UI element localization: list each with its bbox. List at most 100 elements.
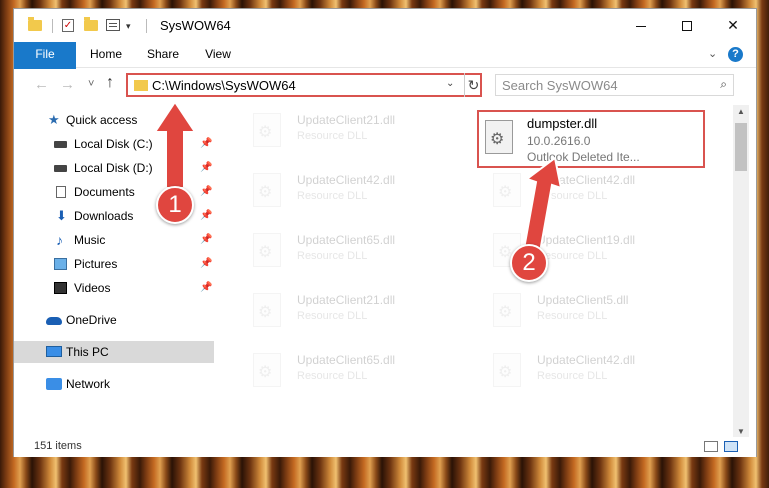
- sidebar-item-label: Local Disk (D:): [74, 161, 153, 175]
- sidebar-item-label: Downloads: [74, 209, 134, 223]
- file-item[interactable]: UpdateClient21.dll Resource DLL: [239, 105, 465, 157]
- file-type: Resource DLL: [537, 190, 608, 202]
- sidebar-item-label: This PC: [66, 345, 109, 359]
- dll-file-icon: [493, 353, 521, 387]
- computer-icon: [46, 346, 62, 357]
- file-item[interactable]: UpdateClient65.dll Resource DLL: [239, 345, 465, 397]
- file-name: dumpster.dll: [527, 116, 598, 131]
- file-item[interactable]: UpdateClient42.dll Resource DLL: [479, 345, 705, 397]
- scroll-thumb[interactable]: [735, 123, 747, 171]
- maximize-icon: [682, 21, 692, 32]
- pin-icon[interactable]: 📌: [200, 181, 212, 203]
- close-icon: ✕: [727, 17, 739, 33]
- file-item[interactable]: UpdateClient42.dll Resource DLL: [479, 165, 705, 217]
- sidebar-item-this-pc[interactable]: This PC: [14, 341, 214, 363]
- sidebar-item-pictures[interactable]: Pictures 📌: [14, 253, 214, 275]
- pin-icon[interactable]: 📌: [200, 253, 212, 275]
- file-type: Resource DLL: [297, 250, 368, 262]
- sidebar-item-quick-access[interactable]: ★ Quick access: [14, 109, 214, 131]
- sidebar-item-onedrive[interactable]: OneDrive: [14, 309, 214, 331]
- sidebar-item-label: Pictures: [74, 257, 118, 271]
- back-button[interactable]: ←: [34, 76, 49, 93]
- file-type: Resource DLL: [537, 310, 608, 322]
- video-icon: [54, 282, 67, 294]
- sidebar-item-label: Music: [74, 233, 106, 247]
- network-icon: [46, 378, 62, 390]
- address-path[interactable]: C:\Windows\SysWOW64: [152, 78, 296, 93]
- tiles-view-icon[interactable]: [724, 441, 738, 452]
- star-icon: ★: [48, 112, 60, 127]
- recent-locations-button[interactable]: ˅: [88, 78, 94, 90]
- item-count: 151 items: [34, 440, 82, 452]
- pin-icon[interactable]: 📌: [200, 277, 212, 299]
- file-item[interactable]: UpdateClient21.dll Resource DLL: [239, 285, 465, 337]
- file-item[interactable]: UpdateClient42.dll Resource DLL: [239, 165, 465, 217]
- new-folder-icon[interactable]: [84, 17, 98, 31]
- search-box[interactable]: ⌕: [495, 74, 734, 96]
- vertical-scrollbar[interactable]: ▲ ▼: [733, 105, 749, 439]
- up-button[interactable]: ↑: [106, 74, 114, 92]
- chevron-down-icon[interactable]: ▾: [126, 21, 131, 37]
- folder-icon: [28, 17, 42, 31]
- pin-icon[interactable]: 📌: [200, 157, 212, 179]
- dll-file-icon: [253, 293, 281, 327]
- sidebar-item-local-disk-c[interactable]: Local Disk (C:) 📌: [14, 133, 214, 155]
- properties-icon[interactable]: [106, 19, 120, 31]
- file-name: UpdateClient65.dll: [297, 353, 396, 367]
- file-item-dumpster-dll[interactable]: dumpster.dll 10.0.2616.0 Outlook Deleted…: [477, 110, 705, 168]
- dll-file-icon: [253, 173, 281, 207]
- music-icon: ♪: [56, 232, 63, 248]
- pin-icon[interactable]: 📌: [200, 133, 212, 155]
- navigation-bar: ← → ˅ ↑ C:\Windows\SysWOW64 ⌄ ↻ ⌕: [14, 69, 756, 101]
- dll-file-icon: [493, 173, 521, 207]
- pin-icon[interactable]: 📌: [200, 205, 212, 227]
- sidebar-item-label: Network: [66, 377, 111, 391]
- dll-file-icon: [253, 353, 281, 387]
- sidebar-item-videos[interactable]: Videos 📌: [14, 277, 214, 299]
- file-type: Resource DLL: [297, 130, 368, 142]
- refresh-button[interactable]: ↻: [464, 73, 482, 97]
- navigation-pane: ★ Quick access Local Disk (C:) 📌 Local D…: [14, 105, 214, 435]
- tab-share[interactable]: Share: [140, 42, 186, 67]
- search-icon[interactable]: ⌕: [720, 77, 727, 92]
- sidebar-item-label: Quick access: [66, 113, 138, 127]
- cloud-icon: [46, 317, 62, 325]
- title-bar: ✓ ▾ SysWOW64 ✕: [14, 9, 756, 41]
- picture-icon: [54, 258, 67, 270]
- window-title: SysWOW64: [160, 18, 231, 33]
- tab-view[interactable]: View: [196, 42, 240, 67]
- close-button[interactable]: ✕: [710, 9, 756, 41]
- properties-check-icon[interactable]: ✓: [62, 19, 74, 32]
- help-icon[interactable]: ?: [728, 47, 743, 62]
- maximize-button[interactable]: [664, 9, 710, 41]
- scroll-up-icon[interactable]: ▲: [733, 105, 749, 119]
- minimize-button[interactable]: [618, 9, 664, 41]
- file-item[interactable]: UpdateClient65.dll Resource DLL: [239, 225, 465, 277]
- address-bar[interactable]: C:\Windows\SysWOW64 ⌄ ↻: [126, 73, 482, 97]
- address-dropdown-icon[interactable]: ⌄: [446, 78, 454, 89]
- details-view-icon[interactable]: [704, 441, 718, 452]
- document-icon: [56, 186, 66, 198]
- sidebar-item-label: Videos: [74, 281, 111, 295]
- sidebar-item-local-disk-d[interactable]: Local Disk (D:) 📌: [14, 157, 214, 179]
- tab-home[interactable]: Home: [82, 42, 130, 67]
- sidebar-item-music[interactable]: ♪ Music 📌: [14, 229, 214, 251]
- file-type: Resource DLL: [537, 370, 608, 382]
- sidebar-item-network[interactable]: Network: [14, 373, 214, 395]
- sidebar-item-label: Local Disk (C:): [74, 137, 153, 151]
- step-badge-1: 1: [156, 186, 194, 224]
- toolbar-divider: [146, 19, 147, 33]
- toolbar-divider: [52, 19, 53, 33]
- minimize-icon: [636, 25, 646, 27]
- pin-icon[interactable]: 📌: [200, 229, 212, 251]
- search-input[interactable]: [496, 75, 706, 95]
- file-name: UpdateClient21.dll: [297, 113, 396, 127]
- expand-ribbon-icon[interactable]: ⌄: [708, 47, 717, 60]
- explorer-window: ✓ ▾ SysWOW64 ✕ File Home Share View ⌄ ? …: [13, 8, 757, 457]
- forward-button[interactable]: →: [60, 76, 75, 93]
- file-name: UpdateClient21.dll: [297, 293, 396, 307]
- file-item[interactable]: UpdateClient5.dll Resource DLL: [479, 285, 705, 337]
- file-name: UpdateClient5.dll: [537, 293, 629, 307]
- disk-icon: [54, 141, 67, 148]
- dll-file-icon: [493, 293, 521, 327]
